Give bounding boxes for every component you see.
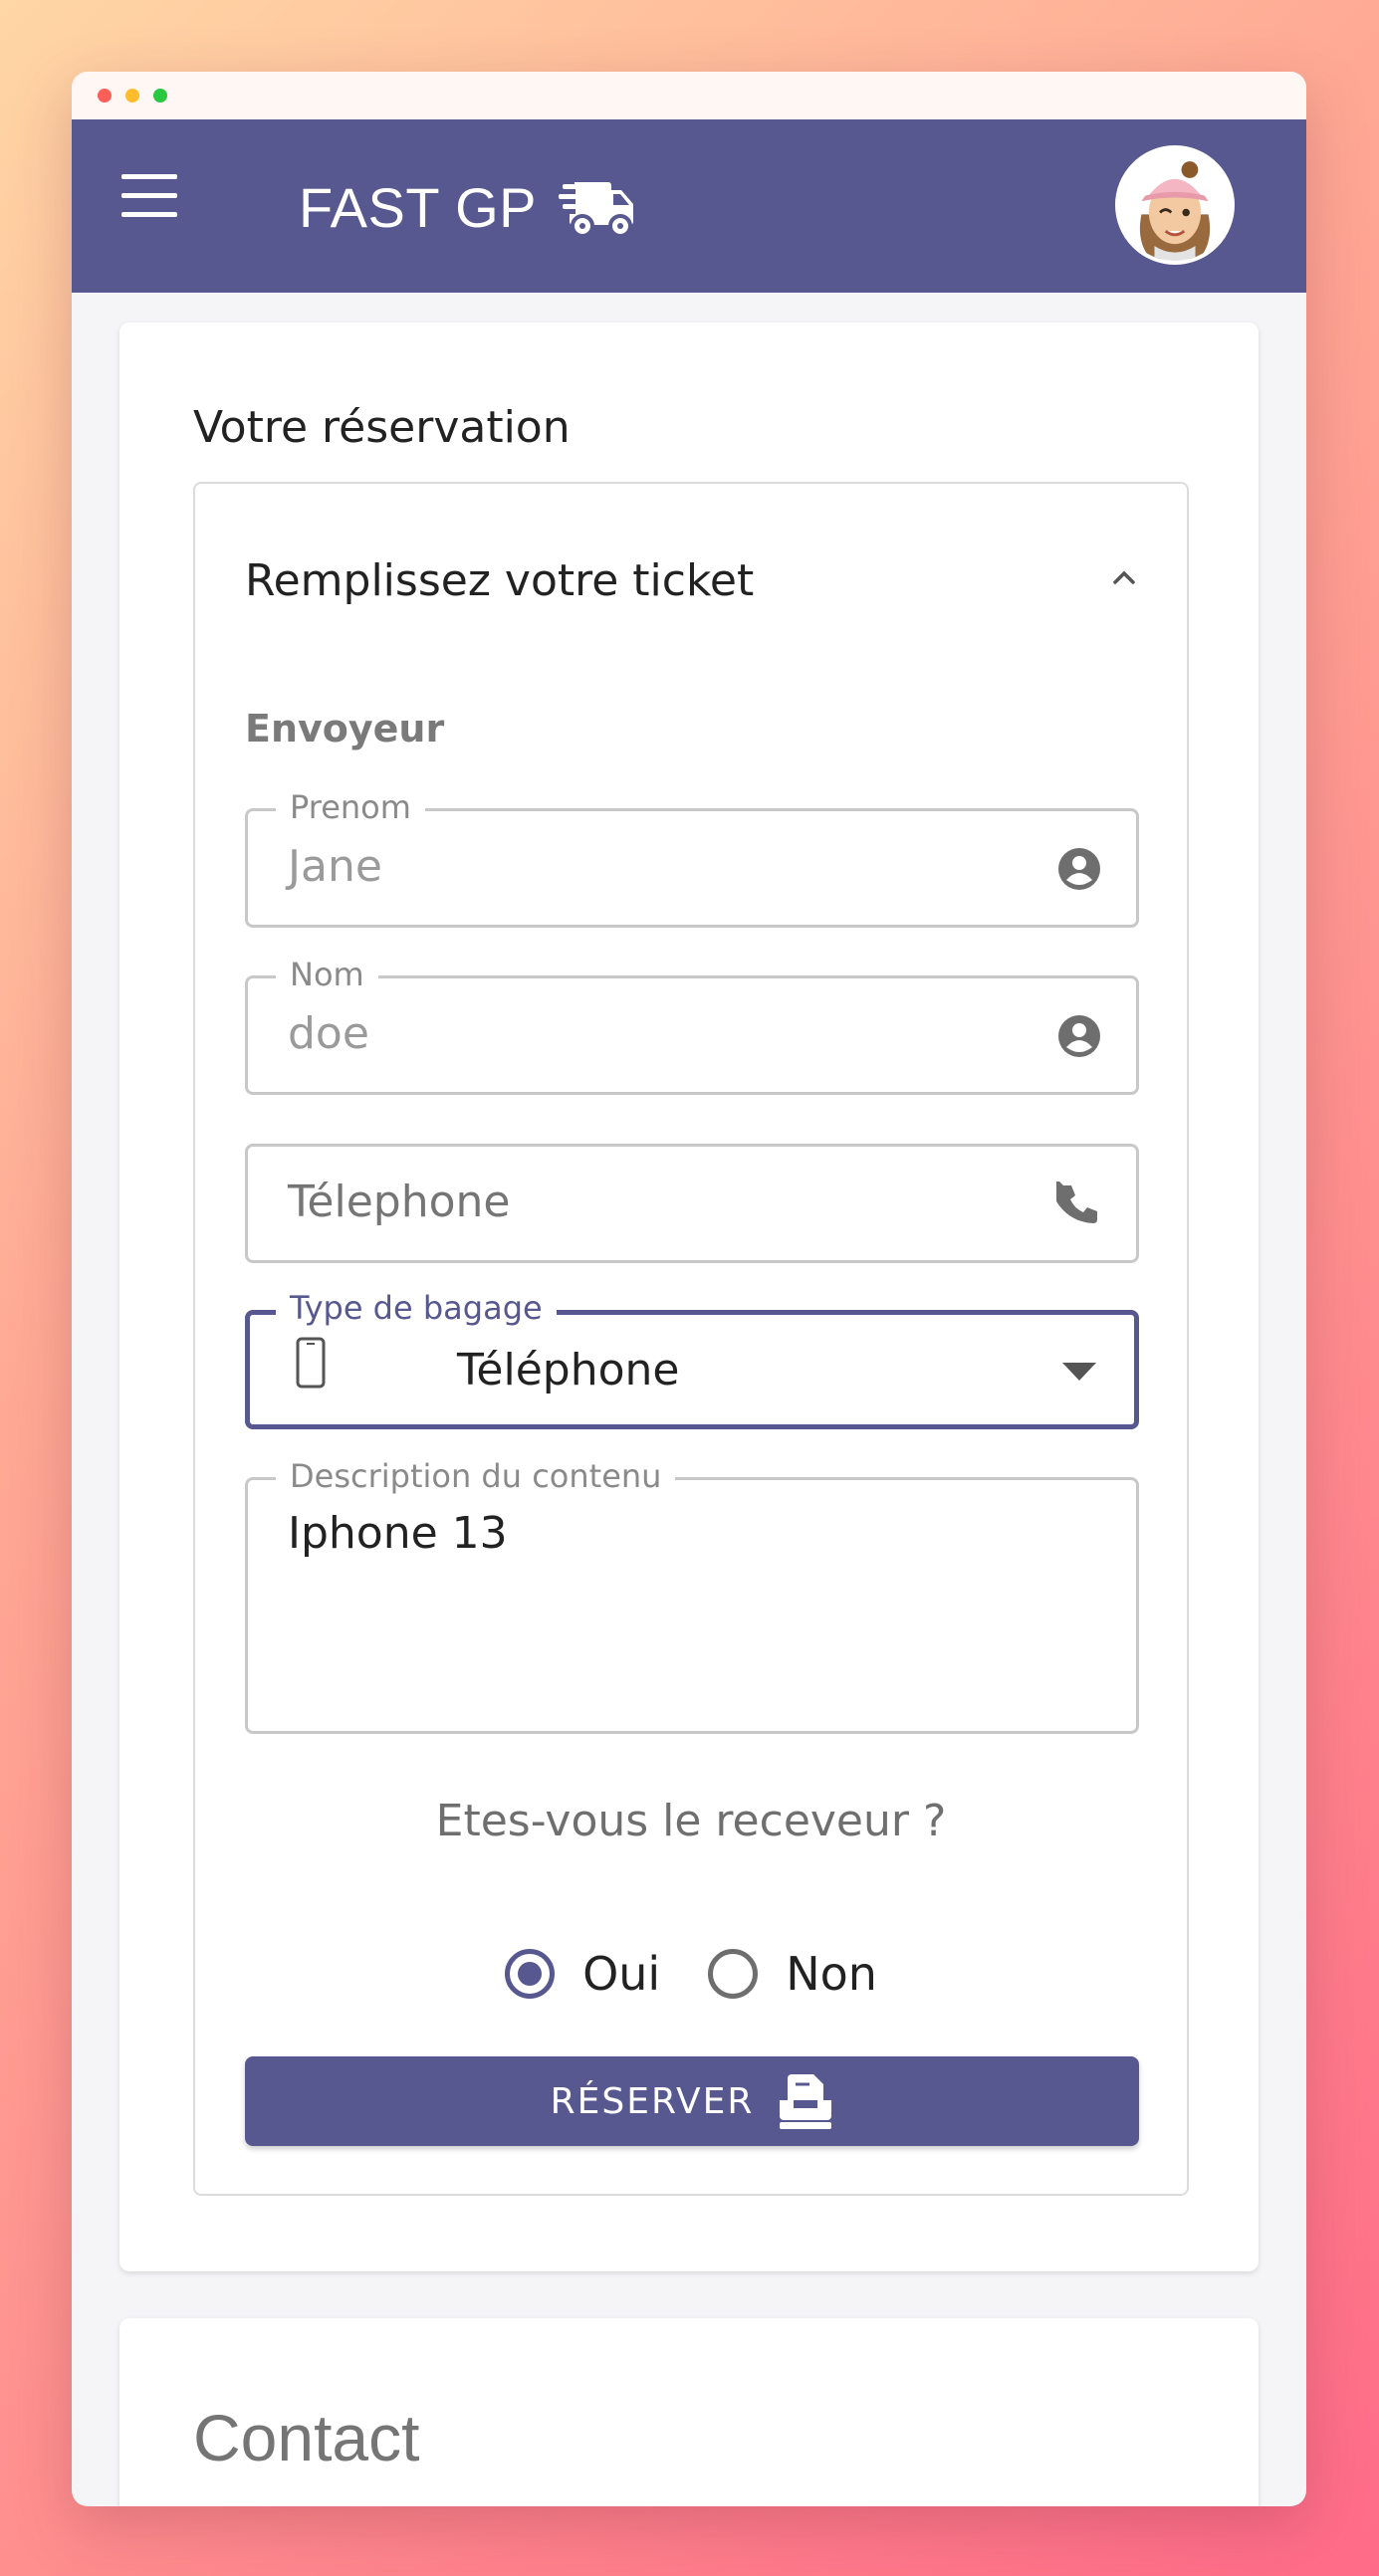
reserve-button[interactable]: RÉSERVER	[245, 2056, 1139, 2146]
user-avatar[interactable]	[1115, 145, 1235, 265]
close-window-dot[interactable]	[98, 89, 112, 103]
nom-label: Nom	[276, 955, 378, 994]
minimize-window-dot[interactable]	[125, 89, 139, 103]
baggage-type-label: Type de bagage	[276, 1288, 557, 1328]
arrow-drop-down-icon[interactable]	[1062, 1363, 1096, 1381]
reservation-title: Votre réservation	[193, 402, 571, 453]
window-titlebar	[72, 72, 1306, 119]
reserve-button-label: RÉSERVER	[550, 2080, 755, 2122]
contact-card: Contact	[119, 2318, 1259, 2506]
prenom-placeholder: Jane	[288, 841, 382, 892]
maximize-window-dot[interactable]	[153, 89, 167, 103]
chevron-up-icon[interactable]	[1109, 563, 1139, 593]
delivery-truck-icon	[558, 181, 633, 238]
account-circle-icon	[1058, 1015, 1100, 1057]
sender-heading: Envoyeur	[245, 707, 445, 751]
receiver-question: Etes-vous le receveur ?	[435, 1796, 947, 1846]
phone-icon	[1056, 1181, 1097, 1223]
telephone-placeholder: Télephone	[288, 1177, 511, 1227]
reservation-card: Votre réservation Remplissez votre ticke…	[119, 322, 1259, 2271]
description-label: Description du contenu	[276, 1456, 676, 1496]
prenom-label: Prenom	[276, 787, 425, 827]
radio-oui[interactable]: Oui	[505, 1947, 660, 2001]
browser-window: FAST GP Votre réservation Remplissez vot…	[72, 72, 1306, 2506]
app-bar: FAST GP	[72, 119, 1306, 293]
ticket-panel-header[interactable]: Remplissez votre ticket	[245, 555, 754, 606]
brand-title: FAST GP	[299, 176, 537, 239]
description-value: Iphone 13	[288, 1508, 508, 1559]
radio-non-circle[interactable]	[708, 1949, 759, 1999]
brand: FAST GP	[299, 175, 636, 240]
nom-field[interactable]: Nom doe	[245, 955, 1139, 1095]
prenom-field[interactable]: Prenom Jane	[245, 787, 1139, 928]
main-content: Votre réservation Remplissez votre ticke…	[72, 293, 1306, 2506]
receiver-radio-group: Oui Non	[195, 1947, 1187, 2001]
ticket-panel: Remplissez votre ticket Envoyeur Prenom …	[193, 482, 1189, 2196]
inbox-tray-icon	[780, 2074, 832, 2129]
menu-icon[interactable]	[121, 174, 177, 218]
description-field[interactable]: Description du contenu Iphone 13	[245, 1456, 1139, 1734]
radio-non-label[interactable]: Non	[786, 1947, 877, 2001]
baggage-type-select[interactable]: Type de bagage Téléphone	[245, 1288, 1139, 1429]
nom-placeholder: doe	[288, 1008, 369, 1059]
radio-non[interactable]: Non	[708, 1947, 877, 2001]
smartphone-icon	[296, 1337, 326, 1389]
baggage-type-value: Téléphone	[457, 1345, 680, 1395]
account-circle-icon	[1058, 848, 1100, 890]
contact-title: Contact	[193, 2401, 420, 2474]
radio-oui-circle[interactable]	[505, 1949, 556, 1999]
radio-oui-label[interactable]: Oui	[582, 1947, 660, 2001]
telephone-field[interactable]: Télephone	[245, 1144, 1139, 1263]
